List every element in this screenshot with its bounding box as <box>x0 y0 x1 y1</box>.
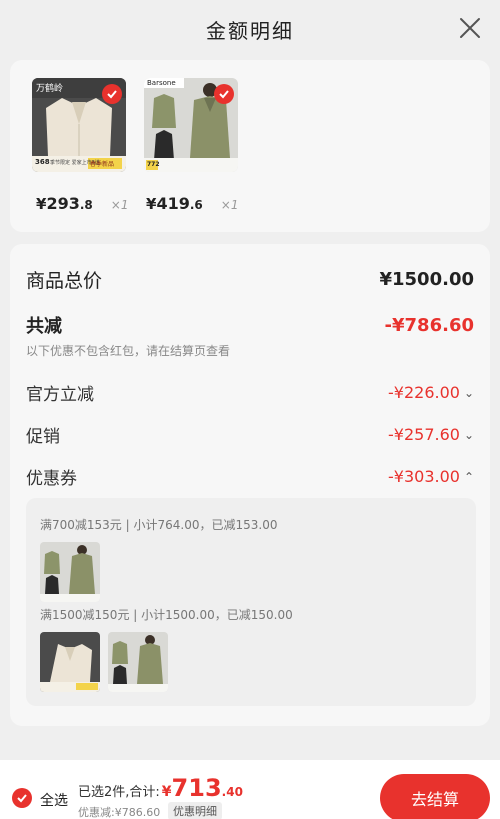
product-quantity: ×1 <box>110 198 129 212</box>
discount-row: 共减 -¥786.60 <box>26 312 474 338</box>
product-brand: Barsone <box>147 79 176 87</box>
chevron-down-icon[interactable]: ⌄ <box>464 386 474 400</box>
amount-details-card: 商品总价 ¥1500.00 共减 -¥786.60 以下优惠不包含红包，请在结算… <box>10 244 490 726</box>
price-currency: ¥ <box>36 195 47 213</box>
coupon-value-wrap: -¥303.00 ⌃ <box>388 467 474 486</box>
product-quantity: ×1 <box>220 198 239 212</box>
promotion-label: 促销 <box>26 427 60 447</box>
official-discount-value-wrap: -¥226.00 ⌄ <box>388 383 474 402</box>
product-selected-checkbox[interactable] <box>102 84 122 104</box>
coupon-product-thumb <box>40 632 100 692</box>
saved-amount: 优惠减:¥786.60 <box>78 806 161 819</box>
price-currency: ¥ <box>146 195 157 213</box>
total-price-row: 商品总价 ¥1500.00 <box>26 266 474 293</box>
order-total: 已选2件,合计: ¥ 713 .40 <box>78 774 243 802</box>
checkout-button[interactable]: 去结算 <box>380 774 490 819</box>
product-price-2: ¥ 419 .6 ×1 <box>146 194 238 213</box>
coupon-row[interactable]: 优惠券 -¥303.00 ⌃ <box>26 464 474 489</box>
check-icon <box>17 794 27 803</box>
official-discount-value: -¥226.00 <box>388 383 460 402</box>
coupon-rule-1: 满700减153元 | 小计764.00，已减153.00 <box>40 518 278 532</box>
product-price-1: ¥ 293 .8 ×1 <box>36 194 128 213</box>
coupon-product-thumb <box>108 632 168 692</box>
jacket-image-icon <box>108 632 168 692</box>
check-icon <box>219 90 229 99</box>
product-selected-checkbox[interactable] <box>214 84 234 104</box>
product-image: 万鹤岭 368 季节限定 爱家上市3送 春季新品 <box>32 78 126 172</box>
coupon-detail-box: 满700减153元 | 小计764.00，已减153.00 满1500减150元… <box>26 498 476 706</box>
select-all-checkbox[interactable] <box>12 788 32 808</box>
official-discount-row[interactable]: 官方立减 -¥226.00 ⌄ <box>26 380 474 405</box>
product-item-2[interactable]: Barsone 772 <box>144 78 240 172</box>
discount-label: 共减 <box>26 316 62 337</box>
product-image: Barsone 772 <box>144 78 238 172</box>
selected-count-text: 已选2件,合计: <box>78 785 160 800</box>
price-integer: 419 <box>156 194 190 213</box>
total-price-value: ¥1500.00 <box>379 269 474 290</box>
coupon-value: -¥303.00 <box>388 467 460 486</box>
page-title: 金额明细 <box>206 18 294 43</box>
total-integer: 713 <box>171 774 222 802</box>
discount-detail-button[interactable]: 优惠明细 <box>168 802 222 819</box>
coupon-product-thumb <box>40 542 100 602</box>
checkout-bar: 全选 已选2件,合计: ¥ 713 .40 优惠减:¥786.60 优惠明细 去… <box>0 760 500 819</box>
total-currency: ¥ <box>161 784 172 800</box>
chevron-down-icon[interactable]: ⌄ <box>464 428 474 442</box>
total-price-label: 商品总价 <box>26 270 103 292</box>
select-all-label[interactable]: 全选 <box>40 790 68 810</box>
product-card: 万鹤岭 368 季节限定 爱家上市3送 春季新品 ¥ 293 .8 ×1 Bar… <box>10 60 490 232</box>
promotion-value: -¥257.60 <box>388 425 460 444</box>
header: 金额明细 <box>0 0 500 58</box>
coupon-label: 优惠券 <box>26 469 77 489</box>
jacket-image-icon <box>40 542 100 602</box>
price-integer: 293 <box>46 194 80 213</box>
discount-hint: 以下优惠不包含红包，请在结算页查看 <box>26 344 231 358</box>
total-decimal: .40 <box>221 785 243 799</box>
badge-tag: 春季新品 <box>90 161 115 168</box>
discount-value: -¥786.60 <box>384 314 474 336</box>
coupon-rule-2: 满1500减150元 | 小计1500.00，已减150.00 <box>40 608 293 622</box>
product-item-1[interactable]: 万鹤岭 368 季节限定 爱家上市3送 春季新品 <box>32 78 128 172</box>
promotion-value-wrap: -¥257.60 ⌄ <box>388 425 474 444</box>
badge-price: 772 <box>147 161 160 168</box>
coat-image-icon <box>40 632 100 692</box>
price-decimal: .8 <box>79 198 93 212</box>
badge-price: 368 <box>35 158 50 166</box>
chevron-up-icon[interactable]: ⌃ <box>464 470 474 484</box>
close-icon[interactable] <box>458 16 482 40</box>
price-decimal: .6 <box>189 198 203 212</box>
product-brand: 万鹤岭 <box>36 84 64 94</box>
official-discount-label: 官方立减 <box>26 385 94 405</box>
promotion-row[interactable]: 促销 -¥257.60 ⌄ <box>26 422 474 447</box>
check-icon <box>107 90 117 99</box>
